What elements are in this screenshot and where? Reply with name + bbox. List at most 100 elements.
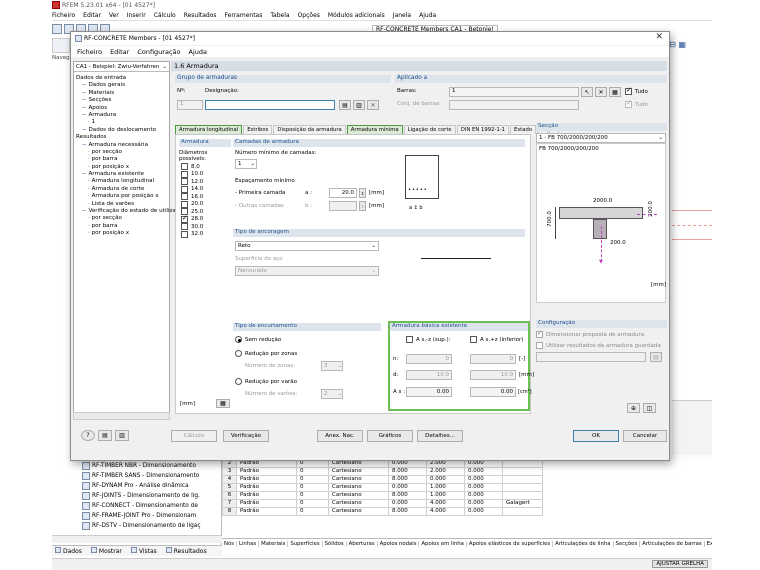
members-input[interactable]: 1 xyxy=(449,87,579,97)
clear-members-icon[interactable]: ✕ xyxy=(595,87,607,97)
ok-button[interactable]: OK xyxy=(573,430,619,442)
table-cell[interactable]: 0.000 xyxy=(464,475,503,484)
copy-group-icon[interactable]: ▥ xyxy=(353,100,365,110)
spin-icon[interactable]: ⇕ xyxy=(359,188,366,198)
table-cell[interactable]: 6 xyxy=(222,491,237,500)
diameter-checkbox[interactable]: 32.0 xyxy=(181,230,231,239)
diameter-checkbox[interactable]: 28.0 xyxy=(181,214,231,224)
table-cell[interactable]: 1.000 xyxy=(426,491,465,500)
tab-item[interactable]: DIN EN 1992-1-1 xyxy=(456,125,510,134)
tree-item[interactable]: · por secção xyxy=(76,149,167,156)
zoom-icon[interactable]: ⊕ xyxy=(627,403,640,413)
diameter-checkbox[interactable]: 8.0 xyxy=(181,163,231,171)
tab-item[interactable]: Estribos xyxy=(243,125,273,134)
table-cell[interactable]: Padrão xyxy=(236,483,297,492)
nav-scrollbar[interactable] xyxy=(52,535,222,543)
navigator-tab[interactable]: Vistas xyxy=(128,547,157,555)
tree-item[interactable]: · Armadura por posição x xyxy=(76,193,167,200)
navigator-tab[interactable]: Mostrar xyxy=(88,547,122,555)
main-menu-item[interactable]: Editar xyxy=(83,12,101,19)
main-menu-item[interactable]: Janela xyxy=(393,12,411,19)
tree-item[interactable]: Resultados xyxy=(76,134,167,141)
first-layer-spacing-input[interactable]: 20.0 xyxy=(329,188,357,198)
table-tab[interactable]: Articulações de linha xyxy=(553,540,614,547)
table-tab[interactable]: Secções xyxy=(614,540,641,547)
design-proposal-checkbox[interactable]: Dimensionar proposta de armadura xyxy=(536,329,667,338)
table-cell[interactable]: 8.000 xyxy=(388,491,427,500)
tree-item[interactable]: · por posição x xyxy=(76,164,167,171)
no-reduction-radio[interactable]: Sem redução xyxy=(235,336,281,343)
model-canvas[interactable] xyxy=(672,60,712,400)
national-annex-button[interactable]: Anex. Nac. xyxy=(317,430,363,442)
table-cell[interactable]: 4.000 xyxy=(426,507,465,516)
tree-item[interactable]: − Verificação do estado de utilizaç xyxy=(76,208,179,215)
view-options-icon[interactable]: ◫ xyxy=(643,403,656,413)
calculate-button[interactable]: Cálculo xyxy=(171,430,217,442)
table-cell[interactable]: 0.000 xyxy=(388,499,427,508)
tab-item[interactable]: Estado xyxy=(510,125,537,134)
table-row[interactable]: 5 Padrão 0 Cartesiano 0.000 1.000 0.000 xyxy=(222,483,543,492)
diameter-checkbox[interactable]: 12.0 xyxy=(181,178,231,186)
pick-members-icon[interactable]: ▦ xyxy=(609,87,621,97)
table-cell[interactable]: Padrão xyxy=(236,499,297,508)
table-cell[interactable]: 0 xyxy=(296,483,329,492)
navigator-item[interactable]: RF-TIMBER SANS - Dimensionamento xyxy=(82,471,221,481)
diameter-checkbox[interactable]: 14.0 xyxy=(181,185,231,194)
table-cell[interactable]: 8.000 xyxy=(388,475,427,484)
table-cell[interactable]: Cartesiano xyxy=(328,475,389,484)
use-saved-results-checkbox[interactable]: Utilizar resultados da armadura guardada xyxy=(536,342,667,349)
table-cell[interactable]: 0 xyxy=(296,491,329,500)
delete-group-icon[interactable]: ✕ xyxy=(367,100,379,110)
tree-item[interactable]: · por secção xyxy=(76,215,167,222)
table-cell[interactable]: 8.000 xyxy=(388,507,427,516)
tree-item[interactable]: − Apoios xyxy=(76,105,167,112)
verification-button[interactable]: Verificação xyxy=(223,430,269,442)
main-menu-item[interactable]: Ferramentas xyxy=(225,12,263,19)
navigator-tab[interactable]: Resultados xyxy=(163,547,207,555)
table-cell[interactable]: 4.000 xyxy=(426,499,465,508)
table-cell[interactable]: 3 xyxy=(222,467,237,476)
import-icon[interactable]: ▥ xyxy=(115,430,129,441)
bar-reduction-radio[interactable]: Redução por varão xyxy=(235,378,297,385)
table-cell[interactable]: Cartesiano xyxy=(328,483,389,492)
tab-item[interactable]: Ligação de corte xyxy=(403,125,456,134)
edit-diameters-icon[interactable]: ▦ xyxy=(216,399,230,408)
table-cell[interactable]: Padrão xyxy=(236,475,297,484)
case-combo[interactable]: CA1 - Beispiel: Zwiu-Verfahren ⌄ xyxy=(74,62,169,72)
snap-grid-button[interactable]: AJUSTAR GRELHA xyxy=(652,560,708,568)
top-reinforcement-checkbox[interactable]: A s,-z (sup.): xyxy=(406,336,450,343)
table-cell[interactable]: 8.000 xyxy=(388,467,427,476)
dialog-menu-item[interactable]: Ficheiro xyxy=(77,48,102,56)
table-row[interactable]: 6 Padrão 0 Cartesiano 8.000 1.000 0.000 xyxy=(222,491,543,500)
navigator-tab[interactable]: Dados xyxy=(52,547,82,555)
tree-scrollbar[interactable] xyxy=(73,412,170,420)
diameter-checkbox[interactable]: 16.0 xyxy=(181,193,231,201)
bottom-reinforcement-checkbox[interactable]: A s,+z (inferior) xyxy=(470,336,523,343)
zone-reduction-radio[interactable]: Redução por zonas xyxy=(235,350,297,357)
table-tab[interactable]: Nós xyxy=(222,540,237,547)
main-menu-item[interactable]: Opções xyxy=(298,12,320,19)
tree-item[interactable]: − Materiais xyxy=(76,90,167,97)
table-cell[interactable]: Galagert xyxy=(502,499,543,508)
main-menu-item[interactable]: Ajuda xyxy=(419,12,436,19)
cross-section-view[interactable]: FB 700/2000/200/200 2000.0 700.0 200.0 2… xyxy=(536,143,666,303)
dialog-menu-item[interactable]: Configuração xyxy=(137,48,180,56)
table-tab[interactable]: Articulações de barras xyxy=(640,540,705,547)
cancel-button[interactable]: Cancelar xyxy=(623,430,667,442)
tree-item[interactable]: − Armadura xyxy=(76,112,167,119)
table-tab[interactable]: Ex xyxy=(705,541,712,547)
diameter-checkbox[interactable]: 10.0 xyxy=(181,170,231,179)
table-cell[interactable] xyxy=(502,467,543,476)
all-members-checkbox[interactable]: Tudo xyxy=(625,86,648,95)
new-group-icon[interactable]: ▤ xyxy=(339,100,351,110)
tree-item[interactable]: − Dados do deslocamento xyxy=(76,127,167,134)
table-cell[interactable]: 8 xyxy=(222,507,237,516)
table-cell[interactable]: 2.000 xyxy=(426,467,465,476)
table-cell[interactable]: 0.000 xyxy=(388,483,427,492)
navigator-item[interactable]: RF-CONNECT - Dimensionamento de xyxy=(82,501,221,511)
table-cell[interactable]: 7 xyxy=(222,499,237,508)
table-cell[interactable]: Cartesiano xyxy=(328,491,389,500)
tab-item[interactable]: Armadura longitudinal xyxy=(175,125,243,134)
group-no-select[interactable]: 1 xyxy=(177,100,203,110)
diameter-checkbox[interactable]: 20.0 xyxy=(181,200,231,209)
